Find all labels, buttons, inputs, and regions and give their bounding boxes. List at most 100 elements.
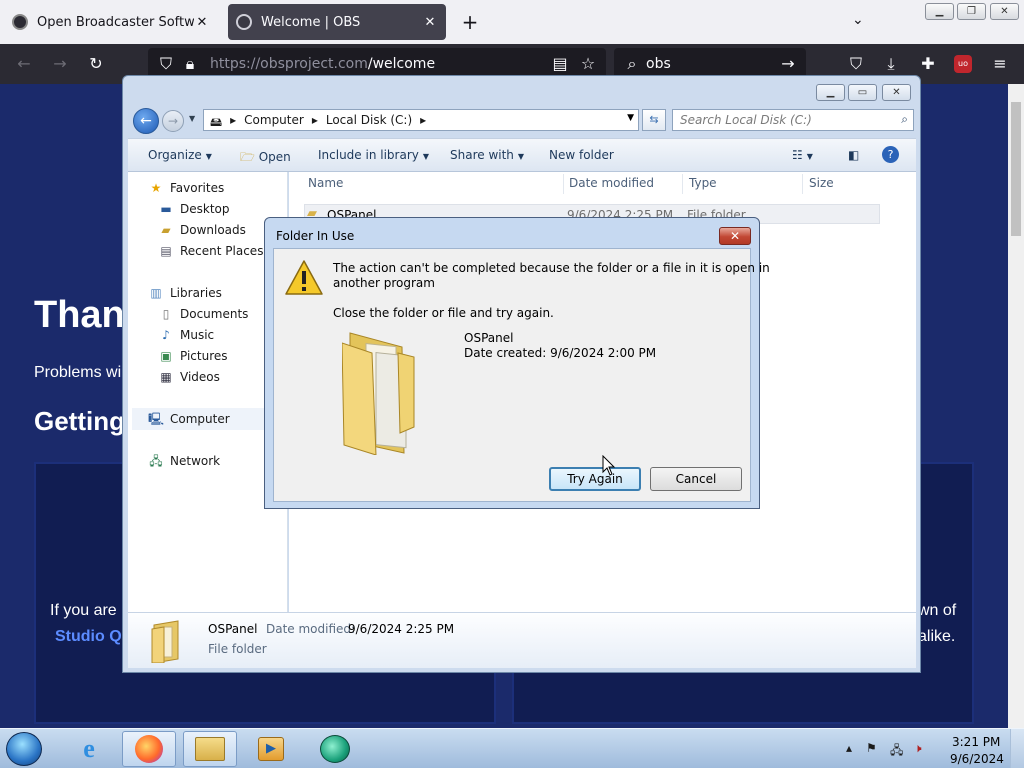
network-tray-icon[interactable]: 🖧	[890, 741, 903, 762]
open-button[interactable]: 🗁 Open	[240, 148, 291, 169]
column-type-header[interactable]: Type	[689, 176, 717, 190]
clock-date[interactable]: 9/6/2024	[950, 752, 1004, 766]
column-separator[interactable]	[802, 174, 803, 194]
refresh-icon[interactable]: ⇆	[642, 109, 666, 131]
start-button[interactable]	[6, 732, 42, 766]
taskbar-firefox[interactable]	[122, 731, 176, 767]
studio-link[interactable]: Studio Q	[55, 628, 122, 646]
breadcrumb-separator-icon[interactable]: ▸	[230, 113, 236, 134]
nav-pictures[interactable]: ▣ Pictures	[158, 349, 227, 363]
organize-button[interactable]: Organize ▼	[148, 148, 212, 162]
new-folder-button[interactable]: New folder	[549, 148, 614, 162]
page-scrollbar[interactable]	[1008, 84, 1024, 728]
forward-icon[interactable]: →	[50, 54, 70, 73]
nav-desktop[interactable]: ▬ Desktop	[158, 202, 229, 216]
column-size-header[interactable]: Size	[809, 176, 834, 190]
breadcrumb-local-disk[interactable]: Local Disk (C:)	[326, 113, 412, 134]
minimize-explorer-button[interactable]: ▁	[816, 84, 845, 101]
explorer-search-input[interactable]: Search Local Disk (C:) ⌕	[672, 109, 914, 131]
taskbar-media-player[interactable]: ▶	[244, 731, 298, 767]
page-heading: Than	[34, 294, 125, 336]
chevron-down-icon: ▼	[806, 152, 813, 161]
breadcrumb-separator-icon[interactable]: ▸	[420, 113, 426, 134]
address-bar[interactable]: 🖴 ▸ Computer ▸ Local Disk (C:) ▸ ▼	[203, 109, 639, 131]
nav-label: Documents	[180, 307, 249, 321]
back-icon[interactable]: ←	[133, 108, 159, 134]
nav-favorites[interactable]: ★ Favorites	[148, 181, 225, 195]
nav-computer[interactable]: 🖳 Computer	[132, 408, 282, 430]
nav-downloads[interactable]: ▰ Downloads	[158, 223, 246, 237]
bookmark-star-icon[interactable]: ☆	[578, 54, 598, 73]
nav-network[interactable]: 🖧 Network	[148, 454, 220, 468]
view-options-button[interactable]: ☷ ▼	[792, 148, 813, 162]
address-dropdown-icon[interactable]: ▼	[627, 113, 634, 123]
reload-icon[interactable]: ↻	[86, 54, 106, 73]
recent-places-icon: ▤	[160, 244, 172, 258]
breadcrumb-separator-icon[interactable]: ▸	[312, 113, 318, 134]
ublock-origin-icon[interactable]: uo	[954, 55, 972, 73]
show-hidden-icons-icon[interactable]: ▴	[846, 741, 852, 755]
column-separator[interactable]	[682, 174, 683, 194]
tab-obs-home[interactable]: Open Broadcaster Software | OB ✕	[4, 4, 218, 40]
scrollbar-thumb[interactable]	[1011, 102, 1021, 236]
libraries-icon: ▥	[150, 286, 162, 300]
search-icon[interactable]: ⌕	[901, 112, 908, 127]
column-date-header[interactable]: Date modified	[569, 176, 654, 190]
forward-icon[interactable]: →	[162, 110, 184, 132]
documents-icon: ▯	[162, 307, 170, 321]
downloads-icon[interactable]: ⤓	[881, 54, 901, 74]
go-arrow-icon[interactable]: →	[778, 54, 798, 73]
taskbar-internet-explorer[interactable]: e	[62, 731, 116, 767]
restore-browser-button[interactable]: ❐	[957, 3, 986, 20]
close-tab-icon[interactable]: ✕	[422, 15, 438, 30]
close-tab-icon[interactable]: ✕	[194, 15, 210, 30]
folder-icon	[151, 620, 179, 663]
lock-icon[interactable]: 🔒︎	[180, 54, 200, 74]
preview-pane-icon[interactable]: ◧	[848, 148, 859, 162]
try-again-button[interactable]: Try Again	[549, 467, 641, 491]
close-browser-button[interactable]: ✕	[990, 3, 1019, 20]
column-name-header[interactable]: Name	[308, 176, 343, 190]
pocket-icon[interactable]: ⛉	[846, 54, 866, 74]
recent-pages-dropdown-icon[interactable]: ▼	[189, 114, 195, 123]
volume-muted-icon[interactable]: 🕨	[914, 741, 922, 756]
pictures-icon: ▣	[160, 349, 172, 363]
taskbar-app[interactable]	[308, 731, 362, 767]
nav-label: Network	[170, 454, 221, 468]
include-in-library-button[interactable]: Include in library ▼	[318, 148, 429, 162]
column-separator[interactable]	[563, 174, 564, 194]
dialog-instruction: Close the folder or file and try again.	[333, 306, 554, 320]
downloads-folder-icon: ▰	[161, 223, 171, 237]
nav-libraries[interactable]: ▥ Libraries	[148, 286, 222, 300]
breadcrumb-computer[interactable]: Computer	[244, 113, 304, 134]
reader-view-icon[interactable]: ▤	[550, 54, 570, 73]
dialog-body: The action can't be completed because th…	[273, 248, 770, 502]
action-center-flag-icon[interactable]: ⚑	[866, 741, 877, 755]
cancel-button[interactable]: Cancel	[650, 467, 742, 491]
menu-icon[interactable]: ≡	[990, 54, 1010, 73]
close-dialog-button[interactable]: ✕	[719, 227, 751, 245]
chevron-down-icon: ▼	[517, 152, 525, 161]
list-all-tabs-icon[interactable]: ⌄	[852, 12, 864, 28]
minimize-browser-button[interactable]: ▁	[925, 3, 954, 20]
clock-time[interactable]: 3:21 PM	[952, 735, 1000, 749]
show-desktop-button[interactable]	[1010, 729, 1024, 768]
app-icon	[320, 735, 350, 763]
nav-recent-places[interactable]: ▤ Recent Places	[158, 244, 263, 258]
obs-favicon-icon	[236, 14, 252, 30]
share-with-button[interactable]: Share with ▼	[450, 148, 524, 162]
shield-icon[interactable]: ⛉	[156, 54, 176, 74]
extensions-icon[interactable]: ✚	[918, 54, 938, 73]
nav-videos[interactable]: ▦ Videos	[158, 370, 220, 384]
tab-welcome[interactable]: Welcome | OBS ✕	[228, 4, 446, 40]
nav-music[interactable]: ♪ Music	[158, 328, 214, 342]
new-tab-button[interactable]: +	[458, 10, 482, 34]
help-icon[interactable]: ?	[882, 146, 899, 163]
internet-explorer-icon: e	[83, 734, 95, 763]
close-explorer-button[interactable]: ✕	[882, 84, 911, 101]
nav-documents[interactable]: ▯ Documents	[158, 307, 249, 321]
back-icon[interactable]: ←	[14, 54, 34, 73]
maximize-explorer-button[interactable]: ▭	[848, 84, 877, 101]
taskbar-explorer[interactable]	[183, 731, 237, 767]
details-name: OSPanel	[208, 622, 258, 636]
